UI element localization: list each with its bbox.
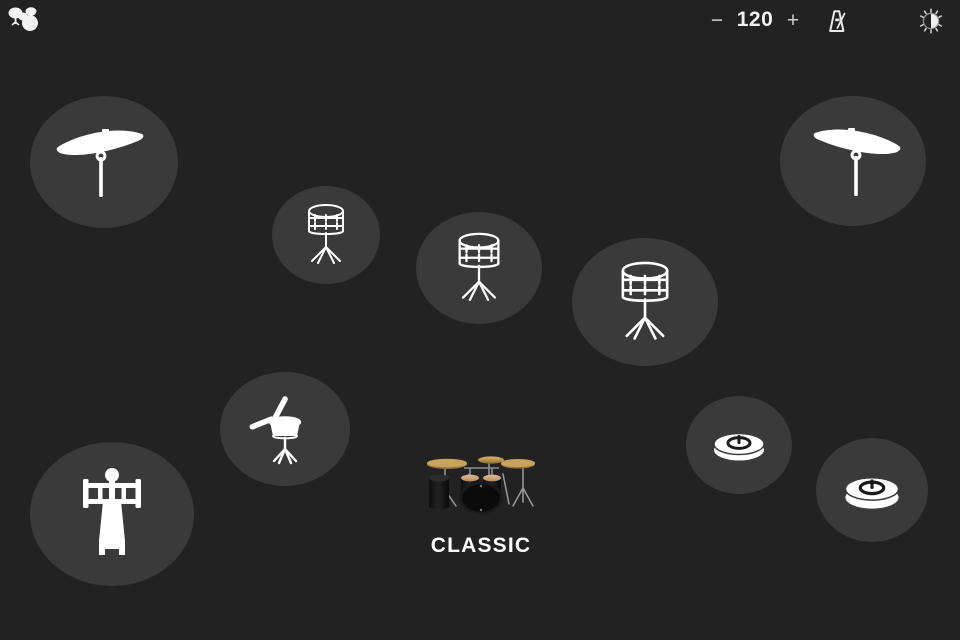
metronome-icon[interactable]: [820, 4, 856, 38]
hihat-icon: [844, 477, 900, 509]
crash-cymbal-icon: [56, 129, 144, 197]
kick-pedal-icon: [83, 468, 141, 555]
tempo-control: − 120 +: [702, 0, 808, 40]
pad-tom-3[interactable]: [572, 238, 718, 366]
kit-selector[interactable]: CLASSIC: [406, 432, 556, 572]
tempo-increase-button[interactable]: +: [778, 3, 808, 37]
kit-name-label: CLASSIC: [430, 534, 532, 557]
tom-drum-icon: [458, 232, 500, 302]
tom-drum-icon: [308, 204, 344, 264]
tempo-decrease-button[interactable]: −: [702, 3, 732, 37]
header-bar: − 120 +: [0, 0, 960, 40]
crash-cymbal-icon: [813, 128, 901, 196]
tom-drum-icon: [621, 261, 669, 340]
pad-snare[interactable]: [220, 372, 350, 486]
pad-hihat-open[interactable]: [816, 438, 928, 542]
dial-knob-icon[interactable]: [914, 4, 948, 38]
drum-kit-logo-icon[interactable]: [6, 5, 44, 35]
pad-kick-pedal[interactable]: [30, 442, 194, 586]
pad-crash-right[interactable]: [780, 96, 926, 226]
pad-crash-left[interactable]: [30, 96, 178, 228]
hihat-icon: [713, 432, 765, 461]
snare-with-sticks-icon: [249, 396, 302, 465]
pad-hihat-closed[interactable]: [686, 396, 792, 494]
pad-tom-2[interactable]: [416, 212, 542, 324]
tempo-value: 120: [736, 8, 774, 31]
pad-tom-1[interactable]: [272, 186, 380, 284]
drum-kit-photo: [423, 434, 539, 516]
